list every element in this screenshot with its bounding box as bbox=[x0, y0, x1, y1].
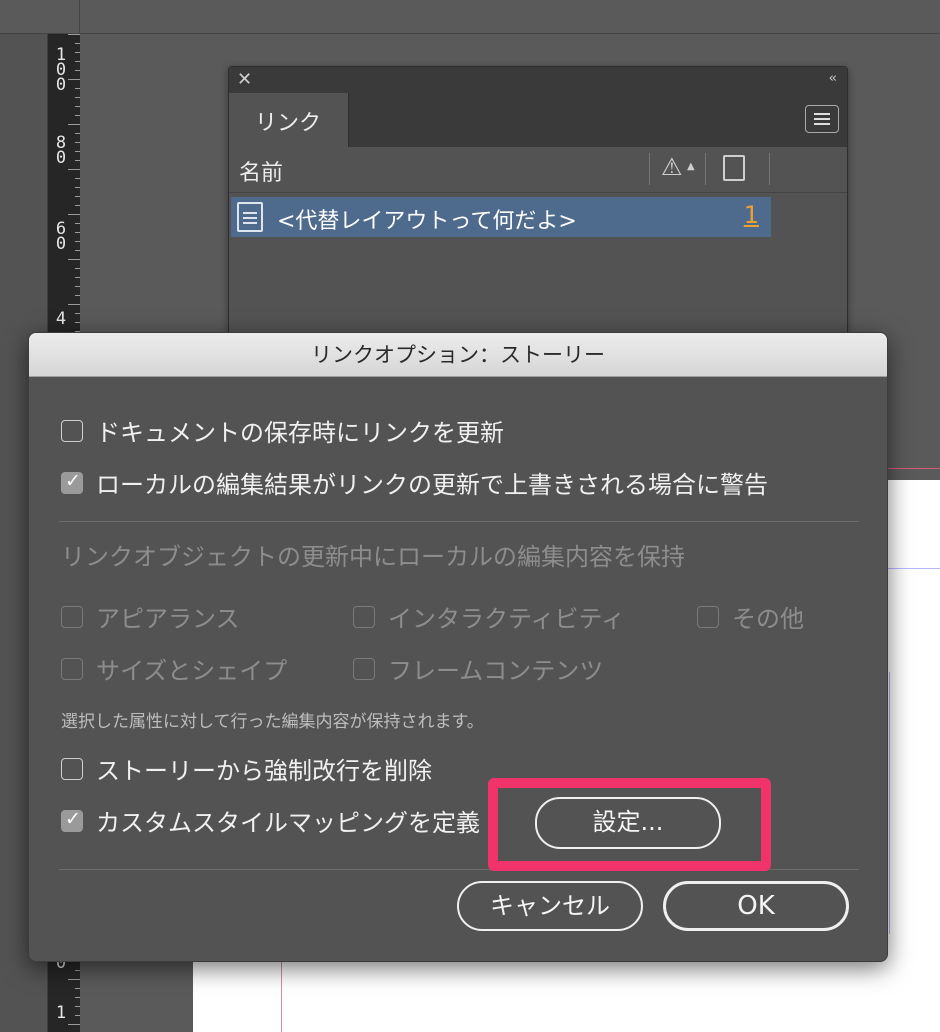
link-filename: <代替レイアウトって何だよ> bbox=[277, 209, 577, 234]
ruler-tick bbox=[68, 214, 80, 215]
ruler-number: 4 bbox=[55, 309, 67, 329]
checkbox[interactable] bbox=[61, 419, 83, 442]
cancel-button[interactable]: キャンセル bbox=[457, 881, 643, 931]
column-separator bbox=[649, 153, 650, 185]
option-label: カスタムスタイルマッピングを定義 bbox=[96, 809, 480, 837]
sort-arrow-icon: ▲ bbox=[687, 161, 695, 172]
preserve-note: 選択した属性に対して行った編集内容が保持されます。 bbox=[61, 712, 484, 732]
tab-links-label: リンク bbox=[255, 111, 322, 136]
remove-breaks-option[interactable]: ストーリーから強制改行を削除 bbox=[61, 751, 432, 786]
preserve-interactivity-option[interactable]: インタラクティビティ bbox=[353, 599, 625, 634]
ruler-tick bbox=[68, 304, 80, 305]
close-icon[interactable]: ✕ bbox=[237, 69, 252, 90]
custom-mapping-option[interactable]: カスタムスタイルマッピングを定義 bbox=[61, 803, 480, 838]
ruler-tick bbox=[68, 124, 80, 125]
option-label: サイズとシェイプ bbox=[96, 657, 288, 685]
bleed-guide bbox=[888, 468, 940, 469]
update-on-save-option[interactable]: ドキュメントの保存時にリンクを更新 bbox=[61, 413, 504, 448]
highlight-annotation bbox=[488, 778, 771, 871]
preserve-appearance-option[interactable]: アピアランス bbox=[61, 599, 240, 634]
option-label: ストーリーから強制改行を削除 bbox=[96, 757, 432, 785]
ruler-tick bbox=[68, 79, 80, 80]
text-document-icon bbox=[237, 202, 263, 232]
top-toolbar bbox=[0, 0, 940, 34]
link-row[interactable]: <代替レイアウトって何だよ> 1 bbox=[231, 197, 771, 237]
ruler-tick bbox=[68, 169, 80, 170]
column-separator bbox=[705, 153, 706, 185]
option-label: その他 bbox=[732, 605, 804, 633]
checkbox[interactable] bbox=[353, 605, 375, 628]
collapse-icon[interactable]: ‹‹ bbox=[829, 71, 838, 86]
preserve-section-label: リンクオブジェクトの更新中にローカルの編集内容を保持 bbox=[61, 543, 685, 571]
panel-menu-icon[interactable] bbox=[805, 105, 839, 133]
warning-icon[interactable]: ⚠ bbox=[661, 153, 683, 181]
checkbox[interactable] bbox=[61, 757, 83, 780]
ruler-tick bbox=[68, 979, 80, 980]
option-label: インタラクティビティ bbox=[388, 605, 626, 633]
option-label: アピアランス bbox=[96, 605, 240, 633]
checkbox[interactable] bbox=[353, 657, 375, 680]
column-separator bbox=[769, 153, 770, 185]
margin-guide-right bbox=[889, 672, 890, 934]
ruler-tick bbox=[68, 1024, 80, 1025]
links-column-header: 名前 ⚠ ▲ bbox=[229, 147, 847, 193]
ruler-number: 1 bbox=[55, 1003, 67, 1023]
checkbox[interactable] bbox=[697, 605, 719, 628]
preserve-others-option[interactable]: その他 bbox=[697, 599, 804, 634]
checkbox[interactable] bbox=[61, 657, 83, 680]
link-page-number[interactable]: 1 bbox=[744, 201, 759, 229]
option-label: フレームコンテンツ bbox=[388, 657, 604, 685]
ruler-tick bbox=[68, 34, 80, 35]
tab-links[interactable]: リンク bbox=[229, 93, 349, 147]
option-label: ドキュメントの保存時にリンクを更新 bbox=[96, 419, 504, 447]
ok-button[interactable]: OK bbox=[663, 881, 849, 931]
checkbox[interactable] bbox=[61, 470, 83, 494]
ruler-number: 0 bbox=[55, 148, 67, 168]
panel-tab-row: リンク bbox=[229, 93, 847, 147]
page-icon[interactable] bbox=[723, 155, 745, 181]
warn-overwrite-option[interactable]: ローカルの編集結果がリンクの更新で上書きされる場合に警告 bbox=[61, 465, 768, 500]
links-panel: ✕ ‹‹ リンク 名前 ⚠ ▲ <代替レイアウトって何だよ> 1 bbox=[228, 66, 848, 366]
ruler-number: 0 bbox=[55, 75, 67, 95]
ruler-tick bbox=[68, 259, 80, 260]
column-name[interactable]: 名前 bbox=[239, 155, 283, 187]
ruler-number: 0 bbox=[55, 234, 67, 254]
checkbox[interactable] bbox=[61, 808, 83, 832]
divider bbox=[59, 521, 859, 522]
preserve-frame-content-option[interactable]: フレームコンテンツ bbox=[353, 651, 603, 686]
dialog-title: リンクオプション：ストーリー bbox=[29, 333, 887, 377]
preserve-size-shape-option[interactable]: サイズとシェイプ bbox=[61, 651, 287, 686]
option-label: ローカルの編集結果がリンクの更新で上書きされる場合に警告 bbox=[96, 471, 768, 499]
checkbox[interactable] bbox=[61, 605, 83, 628]
panel-titlebar: ✕ ‹‹ bbox=[229, 67, 847, 93]
ruler-corner bbox=[48, 0, 80, 34]
